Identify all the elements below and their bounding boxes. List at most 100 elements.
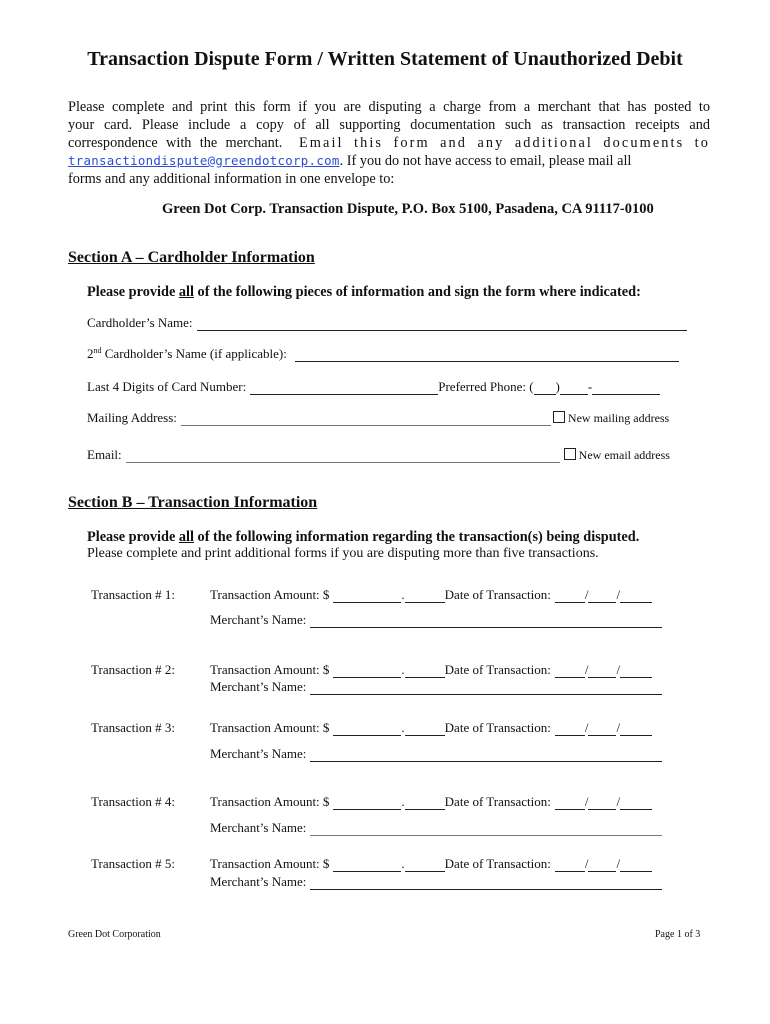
amount-dollars-field[interactable] bbox=[333, 797, 402, 810]
merchant-name-row: Merchant’s Name: bbox=[210, 874, 663, 890]
intro-line-2: your card. Please include a copy of all … bbox=[68, 117, 710, 133]
amount-cents-field[interactable] bbox=[404, 859, 445, 872]
date-year-field[interactable] bbox=[620, 859, 653, 872]
new-email-address-checkbox[interactable] bbox=[563, 448, 576, 460]
intro-line-3-email-instruction: Email this form and any additional docum… bbox=[298, 135, 710, 151]
intro-line-4: transactiondispute@greendotcorp.com. If … bbox=[68, 152, 710, 170]
footer-company: Green Dot Corporation bbox=[68, 929, 161, 940]
new-mailing-address-checkbox[interactable] bbox=[552, 411, 565, 423]
email-field[interactable] bbox=[125, 450, 560, 463]
date-year-field[interactable] bbox=[620, 797, 653, 810]
merchant-name-row: Merchant’s Name: bbox=[210, 746, 663, 762]
amount-label: Transaction Amount: $ bbox=[210, 794, 330, 809]
date-month-field[interactable] bbox=[554, 797, 585, 810]
date-month-field[interactable] bbox=[554, 859, 585, 872]
instruction-emphasis: all bbox=[178, 529, 194, 545]
amount-label: Transaction Amount: $ bbox=[210, 662, 330, 677]
email-label: Email: bbox=[87, 447, 122, 462]
cardholder-name-row: Cardholder’s Name: bbox=[87, 315, 687, 331]
merchant-name-row: Merchant’s Name: bbox=[210, 820, 663, 836]
instruction-text: of the following information regarding t… bbox=[193, 529, 640, 545]
transaction-label: Transaction # 2: bbox=[91, 662, 176, 677]
date-day-field[interactable] bbox=[588, 859, 617, 872]
new-mailing-address-option[interactable]: New mailing address bbox=[552, 411, 669, 426]
date-year-field[interactable] bbox=[620, 723, 653, 736]
amount-cents-field[interactable] bbox=[404, 590, 445, 603]
date-day-field[interactable] bbox=[588, 590, 617, 603]
instruction-emphasis: all bbox=[178, 284, 194, 300]
date-day-field[interactable] bbox=[588, 723, 617, 736]
section-a-instruction: Please provide all of the following piec… bbox=[87, 284, 641, 301]
transaction-amount-date-row: Transaction Amount: $. Date of Transactio… bbox=[210, 794, 653, 810]
second-cardholder-text: Cardholder’s Name (if applicable): bbox=[101, 346, 287, 361]
section-b-instruction: Please provide all of the following info… bbox=[87, 529, 639, 546]
new-email-address-option[interactable]: New email address bbox=[563, 448, 670, 463]
footer-page-number: Page 1 of 3 bbox=[655, 929, 701, 940]
amount-dollars-field[interactable] bbox=[333, 859, 402, 872]
intro-line-4-text: . If you do not have access to email, pl… bbox=[339, 153, 632, 169]
transaction-label: Transaction # 4: bbox=[91, 794, 176, 809]
date-label: Date of Transaction: bbox=[444, 587, 551, 602]
dispute-email-link[interactable]: transactiondispute@greendotcorp.com bbox=[68, 153, 340, 168]
merchant-name-field[interactable] bbox=[310, 877, 663, 890]
cardholder-name-field[interactable] bbox=[196, 318, 687, 331]
intro-line-3: correspondence with the merchant. Email … bbox=[68, 134, 710, 152]
form-title: Transaction Dispute Form / Written State… bbox=[87, 48, 683, 70]
instruction-text: Please provide bbox=[87, 529, 179, 545]
date-label: Date of Transaction: bbox=[444, 662, 551, 677]
merchant-name-label: Merchant’s Name: bbox=[210, 874, 307, 889]
amount-dollars-field[interactable] bbox=[333, 723, 402, 736]
instruction-text: Please provide bbox=[87, 284, 179, 300]
phone-area-code-field[interactable] bbox=[533, 382, 556, 395]
mailing-address-field[interactable] bbox=[180, 413, 551, 426]
date-day-field[interactable] bbox=[588, 797, 617, 810]
amount-label: Transaction Amount: $ bbox=[210, 856, 330, 871]
section-a-heading: Section A – Cardholder Information bbox=[68, 249, 315, 266]
merchant-name-field[interactable] bbox=[310, 749, 663, 762]
intro-line-1: Please complete and print this form if y… bbox=[68, 99, 710, 115]
transaction-amount-date-row: Transaction Amount: $. Date of Transactio… bbox=[210, 587, 653, 603]
last4-field[interactable] bbox=[250, 382, 439, 395]
amount-cents-field[interactable] bbox=[404, 723, 445, 736]
merchant-name-label: Merchant’s Name: bbox=[210, 679, 307, 694]
date-month-field[interactable] bbox=[554, 723, 585, 736]
mailing-address-row: Mailing Address: New mailing address bbox=[87, 410, 669, 426]
amount-dollars-field[interactable] bbox=[333, 590, 402, 603]
merchant-name-field[interactable] bbox=[310, 615, 663, 628]
merchant-name-field[interactable] bbox=[310, 682, 663, 695]
new-email-address-label: New email address bbox=[578, 448, 670, 462]
amount-dollars-field[interactable] bbox=[333, 665, 402, 678]
section-b-heading: Section B – Transaction Information bbox=[68, 494, 318, 511]
date-label: Date of Transaction: bbox=[444, 794, 551, 809]
date-month-field[interactable] bbox=[554, 665, 585, 678]
merchant-name-row: Merchant’s Name: bbox=[210, 612, 663, 628]
second-cardholder-label: 2nd Cardholder’s Name (if applicable): bbox=[87, 346, 287, 362]
merchant-name-row: Merchant’s Name: bbox=[210, 679, 663, 695]
date-day-field[interactable] bbox=[588, 665, 617, 678]
ordinal-suffix: nd bbox=[93, 346, 102, 355]
instruction-text: of the following pieces of information a… bbox=[193, 284, 641, 300]
phone-line-field[interactable] bbox=[592, 382, 661, 395]
amount-cents-field[interactable] bbox=[404, 797, 445, 810]
date-year-field[interactable] bbox=[620, 590, 653, 603]
phone-label: Preferred Phone: ( bbox=[438, 379, 534, 394]
merchant-name-field[interactable] bbox=[310, 823, 663, 836]
merchant-name-label: Merchant’s Name: bbox=[210, 820, 307, 835]
date-year-field[interactable] bbox=[620, 665, 653, 678]
date-month-field[interactable] bbox=[554, 590, 585, 603]
phone-prefix-field[interactable] bbox=[559, 382, 588, 395]
intro-paragraph: Please complete and print this form if y… bbox=[68, 98, 710, 188]
merchant-name-label: Merchant’s Name: bbox=[210, 746, 307, 761]
transaction-amount-date-row: Transaction Amount: $. Date of Transactio… bbox=[210, 856, 653, 872]
second-cardholder-field[interactable] bbox=[294, 349, 679, 362]
transaction-label: Transaction # 3: bbox=[91, 720, 176, 735]
amount-cents-field[interactable] bbox=[404, 665, 445, 678]
amount-label: Transaction Amount: $ bbox=[210, 720, 330, 735]
merchant-name-label: Merchant’s Name: bbox=[210, 612, 307, 627]
card-phone-row: Last 4 Digits of Card Number: Preferred … bbox=[87, 379, 661, 395]
second-cardholder-row: 2nd Cardholder’s Name (if applicable): bbox=[87, 346, 679, 362]
date-label: Date of Transaction: bbox=[444, 856, 551, 871]
email-row: Email: New email address bbox=[87, 447, 670, 463]
section-b-note: Please complete and print additional for… bbox=[87, 546, 599, 561]
intro-line-5: forms and any additional information in … bbox=[68, 171, 395, 187]
